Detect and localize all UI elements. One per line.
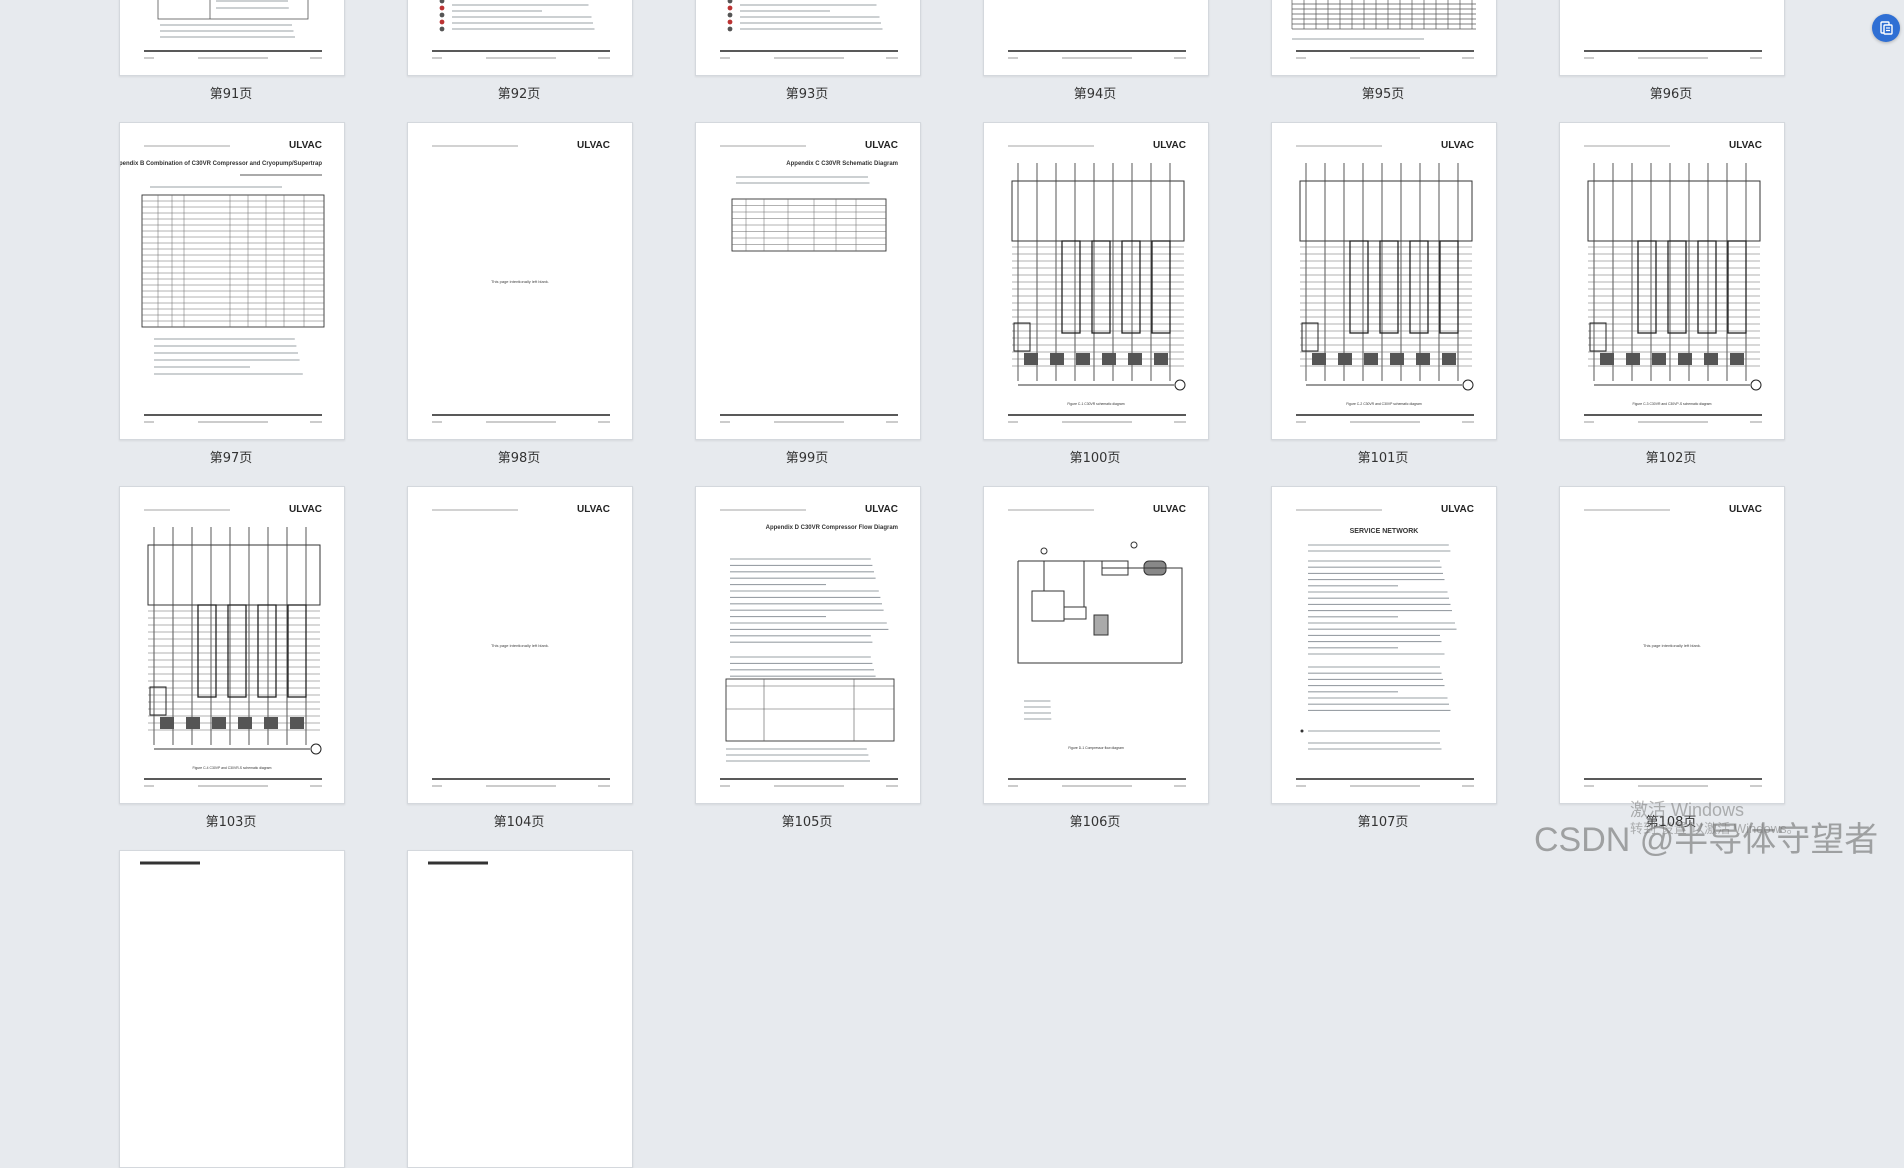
blank-page-notice: This page intentionally left blank.: [491, 643, 549, 648]
page-number-label: 第91页: [209, 87, 253, 102]
page-logo: ULVAC: [1441, 140, 1474, 151]
page-number-label: 第101页: [1357, 451, 1409, 466]
page-thumbnail[interactable]: ULVAC Appendix D C30VR Compressor Flow Di…: [695, 486, 921, 804]
page-number-label: 第107页: [1357, 815, 1409, 830]
page-preview: [1291, 0, 1476, 59]
page-preview: ULVAC Appendix C C30VR Schematic Diagram: [720, 140, 898, 423]
page-thumbnail[interactable]: [695, 0, 921, 76]
page-logo: ULVAC: [1153, 504, 1186, 515]
figure-caption: Figure D-1 Compressor flow diagram: [1068, 746, 1124, 750]
page-preview: [140, 861, 200, 865]
page-number-label: 第105页: [781, 815, 833, 830]
page-logo: ULVAC: [1153, 140, 1186, 151]
page-number-label: 第96页: [1649, 87, 1693, 102]
page-thumbnail[interactable]: ULVAC This page intentionally left blank.: [1559, 486, 1785, 804]
page-logo: ULVAC: [1441, 504, 1474, 515]
page-thumbnail[interactable]: ULVAC Appendix C C30VR Schematic Diagram: [695, 122, 921, 440]
page-preview: ULVAC Figure C-4 C30VP and C30VR-S schema…: [144, 504, 322, 787]
page-preview: ULVAC Appendix B Combination of C30VR Com…: [120, 140, 325, 423]
page-logo: ULVAC: [1729, 504, 1762, 515]
page-number-label: 第95页: [1361, 87, 1405, 102]
page-thumbnail[interactable]: ULVAC SERVICE NETWORK: [1271, 486, 1497, 804]
page-logo: ULVAC: [577, 504, 610, 515]
page-thumbnail[interactable]: ULVAC Figure C-3 C30VR and C30VP-S schema…: [1559, 122, 1785, 440]
page-preview: [1008, 50, 1186, 59]
page-preview: [1584, 50, 1762, 59]
document-convert-icon: [1880, 21, 1893, 35]
page-number-label: 第100页: [1069, 451, 1121, 466]
page-number-label: 第104页: [493, 815, 545, 830]
page-thumbnail[interactable]: ULVAC This page intentionally left blank.: [407, 486, 633, 804]
page-preview: ULVAC Appendix D C30VR Compressor Flow Di…: [720, 504, 898, 787]
floating-action-button[interactable]: [1872, 14, 1900, 42]
page-preview: ULVAC This page intentionally left blank.: [432, 140, 610, 423]
page-number-label: 第97页: [209, 451, 253, 466]
page-number-label: 第106页: [1069, 815, 1121, 830]
page-preview: [428, 861, 488, 865]
page-logo: ULVAC: [289, 140, 322, 151]
page-number-label: 第92页: [497, 87, 541, 102]
page-title: SERVICE NETWORK: [1350, 528, 1419, 535]
page-thumbnail[interactable]: ULVAC Figure C-4 C30VP and C30VR-S schema…: [119, 486, 345, 804]
page-logo: ULVAC: [865, 504, 898, 515]
page-preview: ULVAC Figure C-2 C30VR and C30VP schemati…: [1296, 140, 1474, 423]
page-thumbnail[interactable]: [119, 850, 345, 1168]
blank-page-notice: This page intentionally left blank.: [491, 279, 549, 284]
page-thumbnail[interactable]: ULVAC Figure D-1 Compressor flow diagram: [983, 486, 1209, 804]
page-number-label: 第103页: [205, 815, 257, 830]
page-number-label: 第93页: [785, 87, 829, 102]
page-thumbnail[interactable]: ULVAC Figure C-2 C30VR and C30VP schemati…: [1271, 122, 1497, 440]
page-preview: ULVAC Figure D-1 Compressor flow diagram: [1008, 504, 1186, 787]
figure-caption: Figure C-1 C30VR schematic diagram: [1067, 402, 1124, 406]
page-preview: ULVAC This page intentionally left blank.: [432, 504, 610, 787]
page-title: Appendix B Combination of C30VR Compress…: [120, 161, 322, 167]
figure-caption: Figure C-4 C30VP and C30VR-S schematic d…: [193, 766, 272, 770]
page-preview: ULVAC SERVICE NETWORK: [1296, 504, 1474, 787]
page-preview: ULVAC This page intentionally left blank.: [1584, 504, 1762, 787]
page-thumbnail[interactable]: [407, 0, 633, 76]
page-preview: [720, 0, 898, 59]
page-thumbnail[interactable]: [1559, 0, 1785, 76]
page-thumbnail-grid: 第91页 第92页 第93页 第94页 第95页 第96页 ULVAC Appendix B …: [0, 0, 1904, 1168]
page-title: Appendix C C30VR Schematic Diagram: [786, 161, 898, 167]
page-preview: ULVAC Figure C-1 C30VR schematic diagram: [1008, 140, 1186, 423]
page-thumbnail[interactable]: [1271, 0, 1497, 76]
page-logo: ULVAC: [865, 140, 898, 151]
page-number-label: 第102页: [1645, 451, 1697, 466]
page-thumbnail[interactable]: ULVAC Figure C-1 C30VR schematic diagram: [983, 122, 1209, 440]
page-thumbnail[interactable]: [983, 0, 1209, 76]
page-number-label: 第99页: [785, 451, 829, 466]
page-thumbnail[interactable]: [407, 850, 633, 1168]
page-thumbnail[interactable]: ULVAC This page intentionally left blank.: [407, 122, 633, 440]
page-thumbnail[interactable]: ULVAC Appendix B Combination of C30VR Com…: [119, 122, 345, 440]
page-title: Appendix D C30VR Compressor Flow Diagram: [766, 525, 898, 531]
page-number-label: 第94页: [1073, 87, 1117, 102]
csdn-watermark: CSDN @半导体守望者: [1534, 821, 1879, 859]
page-logo: ULVAC: [1729, 140, 1762, 151]
figure-caption: Figure C-3 C30VR and C30VP-S schematic d…: [1633, 402, 1712, 406]
page-preview: ULVAC Figure C-3 C30VR and C30VP-S schema…: [1584, 140, 1762, 423]
page-preview: [144, 0, 322, 59]
page-number-label: 第98页: [497, 451, 541, 466]
page-logo: ULVAC: [577, 140, 610, 151]
page-preview: [432, 0, 610, 59]
blank-page-notice: This page intentionally left blank.: [1643, 643, 1701, 648]
page-logo: ULVAC: [289, 504, 322, 515]
figure-caption: Figure C-2 C30VR and C30VP schematic dia…: [1346, 402, 1422, 406]
page-thumbnail[interactable]: [119, 0, 345, 76]
